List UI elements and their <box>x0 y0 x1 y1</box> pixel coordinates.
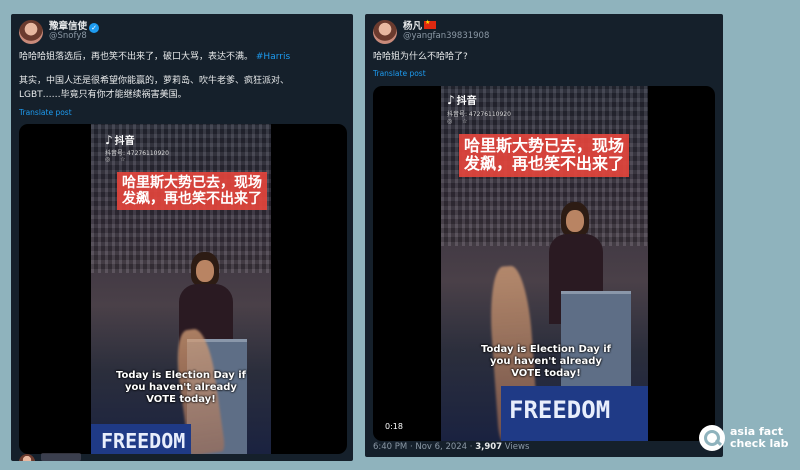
right-post-card: 杨凡 @yangfan39831908 哈哈姐为什么不哈哈了? Translat… <box>365 14 723 457</box>
freedom-banner: FREEDOM <box>91 424 191 454</box>
translate-post-link[interactable]: Translate post <box>373 69 426 78</box>
video-player[interactable]: FREEDOM ♪ 抖音 抖音号: 47276110920 ◎ ☆ 哈里斯大势已去… <box>373 86 715 441</box>
verified-badge-icon: ✓ <box>89 23 100 33</box>
views-count: 3,907 <box>475 442 503 452</box>
video-headline: 哈里斯大势已去，现场 发飙，再也笑不出来了 <box>117 172 267 211</box>
post-text-line: LGBT……毕竟只有你才能继续祸害美国。 <box>19 90 187 100</box>
headline-line: 发飙，再也笑不出来了 <box>464 154 625 174</box>
post-timestamp[interactable]: 6:40 PM · Nov 6, 2024 · <box>373 442 475 452</box>
post-text: 哈哈哈姐落选后，再也笑不出来了，破口大骂，表达不满。 #Harris 其实，中国… <box>19 50 349 102</box>
douyin-logo: ♪ 抖音 <box>447 92 477 107</box>
headline-line: 哈里斯大势已去，现场 <box>464 136 625 155</box>
douyin-icon: ♪ <box>447 93 455 107</box>
post-meta: 6:40 PM · Nov 6, 2024 · 3,907 Views <box>373 442 529 452</box>
next-post-avatar[interactable] <box>19 454 35 461</box>
subtitle-line: you haven't already <box>125 382 237 393</box>
douyin-id: 抖音号: 47276110920 <box>447 111 511 118</box>
translate-post-link[interactable]: Translate post <box>19 108 72 117</box>
post-text-line: 哈哈哈姐落选后，再也笑不出来了，破口大骂，表达不满。 #Harris <box>19 50 349 64</box>
video-player[interactable]: FREEDOM ♪ 抖音 抖音号: 47276110920 ◎ ☆ 哈里斯大势已去… <box>19 124 347 454</box>
video-headline: 哈里斯大势已去，现场 发飙，再也笑不出来了 <box>459 134 630 177</box>
speaker-face <box>196 260 214 282</box>
post-text-segment: 哈哈哈姐落选后，再也笑不出来了，破口大骂，表达不满。 <box>19 52 254 62</box>
speaker-face <box>566 210 584 232</box>
user-handle[interactable]: @Snofy8 <box>49 31 87 41</box>
headline-line: 发飙，再也笑不出来了 <box>122 191 262 208</box>
video-frame[interactable]: FREEDOM ♪ 抖音 抖音号: 47276110920 ◎ ☆ 哈里斯大势已去… <box>441 86 648 441</box>
subtitle-line: you haven't already <box>490 356 602 367</box>
hashtag-link[interactable]: #Harris <box>256 52 290 62</box>
subtitle-line: VOTE today! <box>511 368 581 379</box>
views-label: Views <box>502 442 530 452</box>
china-flag-icon <box>424 19 437 29</box>
douyin-logo: ♪ 抖音 <box>105 132 135 147</box>
video-subtitle: Today is Election Day if you haven't alr… <box>471 344 621 380</box>
post-text-line: 其实，中国人还是很希望你能赢的，萝莉岛、吹牛老爹、疯狂派对、 <box>19 76 290 86</box>
avatar[interactable] <box>373 20 397 44</box>
user-handle[interactable]: @yangfan39831908 <box>403 31 489 41</box>
subtitle-line: VOTE today! <box>146 394 216 405</box>
video-subtitle: Today is Election Day if you haven't alr… <box>111 370 251 406</box>
douyin-action-icons: ◎ ☆ <box>105 156 130 163</box>
douyin-icon: ♪ <box>105 133 113 147</box>
asia-fact-check-lab-logo: asia fact check lab <box>699 425 789 451</box>
avatar[interactable] <box>19 20 43 44</box>
next-post-name[interactable] <box>41 453 81 461</box>
post-text: 哈哈姐为什么不哈哈了? <box>373 52 468 62</box>
magnifier-icon <box>699 425 725 451</box>
headline-line: 哈里斯大势已去，现场 <box>122 175 262 191</box>
brand-text: asia fact check lab <box>730 426 789 450</box>
subtitle-line: Today is Election Day if <box>481 344 611 355</box>
douyin-action-icons: ◎ ☆ <box>447 118 472 125</box>
video-duration: 0:18 <box>385 422 403 431</box>
douyin-app-name: 抖音 <box>114 136 135 147</box>
left-post-card: 豫章信使 ✓ @Snofy8 哈哈哈姐落选后，再也笑不出来了，破口大骂，表达不满。… <box>11 14 353 461</box>
freedom-banner: FREEDOM <box>501 386 648 441</box>
brand-line: check lab <box>730 437 789 450</box>
subtitle-line: Today is Election Day if <box>116 370 246 381</box>
video-frame[interactable]: FREEDOM ♪ 抖音 抖音号: 47276110920 ◎ ☆ 哈里斯大势已去… <box>91 124 271 454</box>
display-name[interactable]: 杨凡 <box>403 18 437 32</box>
douyin-app-name: 抖音 <box>456 96 477 107</box>
